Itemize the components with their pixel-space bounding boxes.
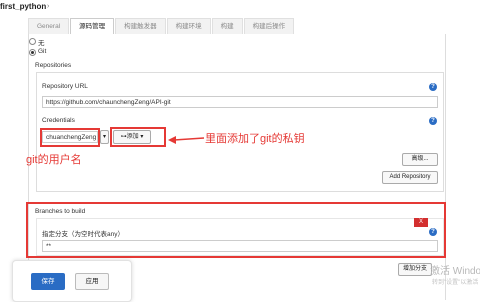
help-icon[interactable]: ? bbox=[429, 228, 437, 236]
delete-branch-button[interactable]: X bbox=[414, 218, 428, 227]
repository-url-input[interactable]: https://github.com/chaunchengZeng/API-gi… bbox=[42, 96, 438, 108]
scm-none-label: 无 bbox=[38, 40, 45, 47]
help-icon[interactable]: ? bbox=[429, 83, 437, 91]
annotation-arrow-icon bbox=[168, 136, 205, 144]
config-tabs: General 源码管理 构建触发器 构建环境 构建 构建后操作 bbox=[28, 18, 295, 35]
advanced-button[interactable]: 高级... bbox=[402, 153, 438, 166]
repository-url-label: Repository URL bbox=[42, 83, 88, 90]
tab-post-build-actions[interactable]: 构建后操作 bbox=[243, 18, 295, 35]
tab-build-triggers[interactable]: 构建触发器 bbox=[115, 18, 166, 35]
credentials-annotation: 里面添加了git的私钥 bbox=[205, 133, 305, 145]
help-icon[interactable]: ? bbox=[429, 117, 437, 125]
save-button[interactable]: 保存 bbox=[31, 273, 65, 290]
scm-git-label: Git bbox=[38, 48, 47, 55]
repositories-section-label: Repositories bbox=[35, 62, 72, 69]
scm-git-radio[interactable] bbox=[29, 49, 36, 56]
credentials-label: Credentials bbox=[42, 117, 75, 124]
add-branch-button[interactable]: 增加分支 bbox=[398, 263, 432, 276]
branch-specifier-input[interactable]: ** bbox=[42, 240, 438, 252]
windows-activation-hint: 转到"设置"以激活 bbox=[432, 280, 479, 286]
chevron-right-icon[interactable]: › bbox=[47, 3, 49, 10]
credentials-dropdown-button[interactable]: ▾ bbox=[100, 130, 109, 144]
branches-section-label: Branches to build bbox=[35, 208, 86, 215]
tab-source-code-management[interactable]: 源码管理 bbox=[70, 18, 115, 35]
branch-specifier-label: 指定分支（为空时代表any） bbox=[42, 231, 124, 238]
bottom-action-bar: 保存 应用 bbox=[12, 260, 132, 302]
windows-activation-watermark: 激活 Windo bbox=[430, 266, 480, 277]
tab-build[interactable]: 构建 bbox=[211, 18, 243, 35]
apply-button[interactable]: 应用 bbox=[75, 273, 109, 290]
add-repository-button[interactable]: Add Repository bbox=[382, 171, 438, 184]
tab-build-environment[interactable]: 构建环境 bbox=[166, 18, 211, 35]
project-name[interactable]: first_python bbox=[0, 2, 46, 11]
top-bar: first_python › bbox=[0, 0, 480, 18]
tab-general[interactable]: General bbox=[28, 18, 70, 35]
username-annotation: git的用户名 bbox=[26, 154, 82, 166]
scm-none-radio[interactable] bbox=[29, 38, 36, 45]
credentials-highlight-box bbox=[110, 127, 166, 147]
username-highlight-box bbox=[40, 128, 100, 147]
